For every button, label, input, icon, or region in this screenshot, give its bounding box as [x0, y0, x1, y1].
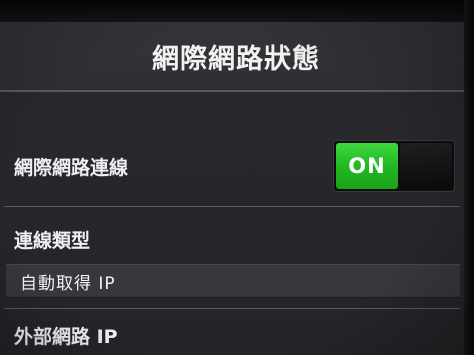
internet-connection-label: 網際網路連線: [14, 157, 129, 179]
device-screen: 網際網路狀態 網際網路連線 ON 連線類型 自動取得 IP 外部網路 IP: [0, 0, 474, 355]
screen-bezel-right: [464, 0, 474, 355]
toggle-state-label: ON: [348, 154, 386, 178]
page-title: 網際網路狀態: [152, 43, 320, 75]
toggle-on-indicator: ON: [336, 143, 398, 189]
connection-type-label: 連線類型: [14, 230, 91, 252]
external-ip-label: 外部網路 IP: [14, 326, 118, 348]
screen-bezel-top: [0, 0, 474, 22]
toggle-knob[interactable]: [400, 143, 452, 189]
connection-type-value: 自動取得 IP: [20, 273, 116, 294]
internet-connection-toggle[interactable]: ON: [333, 140, 455, 192]
title-bar: 網際網路狀態: [0, 22, 464, 92]
row-divider: [4, 206, 460, 207]
connection-type-value-field[interactable]: 自動取得 IP: [6, 264, 460, 298]
row-divider: [4, 308, 460, 309]
